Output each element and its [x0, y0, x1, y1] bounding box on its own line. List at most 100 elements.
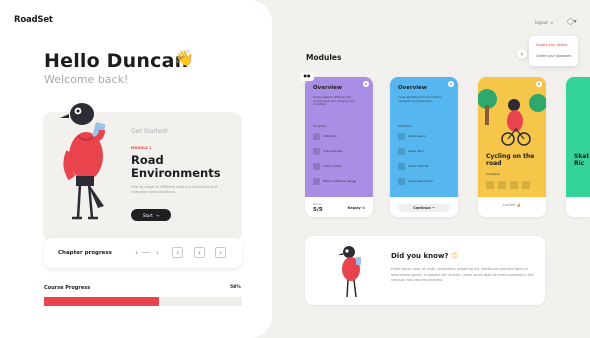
greeting-title: Hello Duncan — [44, 50, 189, 72]
chapter-thumb[interactable] — [486, 181, 494, 189]
chapter-name: Lorem dolor sit — [408, 164, 429, 168]
chapter-row[interactable]: Lorem dolor sit — [398, 162, 428, 170]
chapter-step-3[interactable]: 3 — [172, 247, 183, 258]
card-title: Cycling on the road — [486, 153, 535, 167]
course-progress-bar — [44, 297, 242, 306]
chapter-thumb — [398, 147, 405, 155]
logout-link[interactable]: logout ⇥ — [535, 20, 553, 25]
locked-label: Locked — [503, 203, 516, 207]
course-progress-label: Course Progress — [44, 285, 91, 291]
close-icon[interactable]: ✕ — [363, 81, 369, 87]
chevron-down-icon: ▾ — [573, 18, 577, 25]
chapter-progress-card: Chapter progress 1 2 3 4 5 — [44, 238, 242, 268]
replay-button[interactable]: Replay ↻ — [348, 206, 365, 210]
chapter-row[interactable]: In the City — [313, 132, 337, 140]
module-card-skate[interactable]: Skat & Ric — [566, 77, 590, 217]
welcome-subtitle: Welcome back! — [44, 73, 129, 86]
chapter-name: Lorem ipsum — [408, 134, 426, 138]
chevron-left-icon: ‹ — [520, 50, 524, 58]
app-logo[interactable]: RoadSet — [14, 15, 53, 25]
chapter-name: Ipsum dolor — [408, 149, 424, 153]
course-progress-fill — [44, 297, 159, 306]
chapter-row[interactable]: In the Suburbs — [313, 147, 343, 155]
chapter-row[interactable]: When conditions change — [313, 177, 356, 185]
chapter-row[interactable]: Ipsum dolor — [398, 147, 424, 155]
chapter-name: Lorem ipsum dolor — [408, 179, 434, 183]
lock-icon: 🔒 — [516, 203, 521, 207]
chapter-row[interactable]: Lorem ipsum — [398, 132, 425, 140]
chapter-name: In the City — [323, 134, 337, 138]
chapter-thumb — [313, 177, 320, 185]
did-you-know-text: Lorem ipsum dolor sit amet, consectetur … — [391, 267, 534, 282]
chapter-name: In the Suburbs — [323, 149, 343, 153]
done-count: 5/5 — [313, 207, 323, 213]
arrow-right-icon: → — [431, 206, 435, 210]
magpie-mascot-illustration — [60, 103, 106, 220]
chapter-thumb[interactable] — [510, 181, 518, 189]
did-you-know-label: Did you know? — [391, 252, 449, 260]
modules-heading: Modules — [306, 53, 342, 62]
left-panel: RoadSet Hello Duncan 👋 Welcome back! Get… — [0, 0, 272, 338]
user-icon: ◯ — [567, 18, 574, 25]
card-title: Skat & Ric — [574, 153, 590, 167]
chapter-thumb — [313, 147, 320, 155]
badge-icon: ●● — [300, 73, 314, 81]
user-menu-button[interactable]: ◯▾ — [567, 18, 577, 25]
module-card-cycling[interactable]: ✕ Cycling on the road Chapters Locked 🔒 — [478, 77, 546, 217]
chapter-step-4[interactable]: 4 — [194, 247, 205, 258]
chapter-step-5[interactable]: 5 — [215, 247, 226, 258]
chapter-thumb[interactable] — [498, 181, 506, 189]
replay-label: Replay — [347, 206, 361, 210]
smile-emoji-icon: 😊 — [450, 252, 459, 260]
card-description: Cover adjustment of road surfaces, roadw… — [398, 96, 443, 103]
replay-icon: ↻ — [362, 206, 365, 210]
chapter-thumb — [398, 177, 405, 185]
logout-label: logout — [535, 20, 548, 25]
chapters-label: Chapters — [398, 124, 412, 128]
close-icon[interactable]: ✕ — [448, 81, 454, 87]
locked-status: Locked 🔒 — [478, 203, 546, 207]
step-connector — [142, 252, 150, 253]
card-heading: Overview — [398, 85, 427, 91]
chapter-thumb — [398, 132, 405, 140]
chapter-name: In the country — [323, 164, 342, 168]
account-dropdown: Update your details Create your password — [529, 36, 578, 66]
chapter-thumb — [398, 162, 405, 170]
chapter-step-1[interactable]: 1 — [131, 247, 142, 258]
card-description: How to adapt to different road environme… — [313, 96, 355, 106]
module-tag: MODULE 1 — [131, 146, 152, 150]
start-button[interactable]: Start → — [131, 209, 171, 221]
app-root: RoadSet Hello Duncan 👋 Welcome back! Get… — [0, 0, 590, 338]
arrow-right-icon: → — [155, 212, 160, 218]
done-label: Done — [313, 202, 321, 206]
wave-emoji-icon: 👋 — [175, 49, 194, 67]
course-progress-percent: 58% — [230, 285, 241, 290]
module-title: Road Environments — [131, 153, 221, 180]
create-password-item[interactable]: Create your password — [536, 54, 571, 58]
chapter-thumb[interactable] — [522, 181, 530, 189]
chapter-row[interactable]: In the country — [313, 162, 342, 170]
close-icon[interactable]: ✕ — [536, 81, 542, 87]
carousel-prev-button[interactable]: ‹ — [517, 49, 527, 59]
chapter-step-2[interactable]: 2 — [152, 247, 163, 258]
did-you-know-card: Did you know? 😊 Lorem ipsum dolor sit am… — [305, 236, 545, 305]
magpie-mascot-illustration — [338, 246, 361, 298]
card-cover — [566, 77, 590, 197]
chapter-thumb — [313, 132, 320, 140]
continue-button[interactable]: Continue → — [398, 204, 450, 212]
chapters-label: Chapters — [313, 124, 327, 128]
update-details-item[interactable]: Update your details — [536, 43, 567, 47]
module-card-overview-1[interactable]: ✕ Overview How to adapt to different roa… — [305, 77, 373, 217]
chapters-label: Chapters — [486, 172, 500, 176]
chapter-row[interactable]: Lorem ipsum dolor — [398, 177, 433, 185]
did-you-know-title: Did you know? 😊 — [391, 252, 458, 260]
chapter-thumb — [313, 162, 320, 170]
logout-icon: ⇥ — [549, 20, 554, 25]
module-description: How to adapt to different road environme… — [131, 185, 217, 194]
module-card-overview-2[interactable]: ✕ Overview Cover adjustment of road surf… — [390, 77, 458, 217]
get-started-eyebrow: Get Started! — [131, 128, 169, 135]
card-heading: Overview — [313, 85, 342, 91]
cycling-illustration — [478, 89, 546, 146]
chapter-name: When conditions change — [323, 179, 357, 183]
chapter-progress-label: Chapter progress — [58, 250, 112, 256]
